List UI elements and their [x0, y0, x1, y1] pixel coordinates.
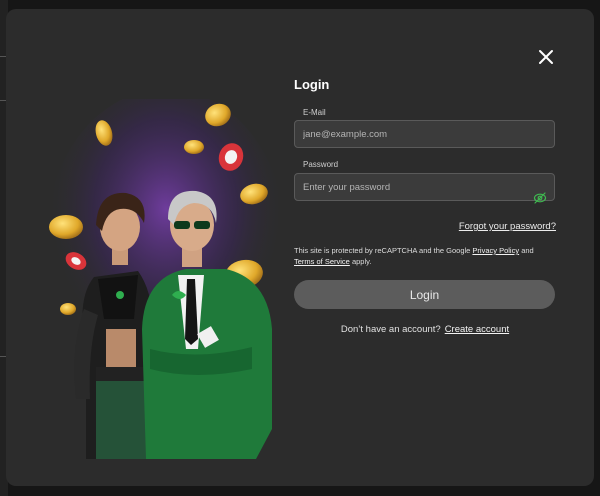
no-account-text: Don’t have an account?	[340, 324, 441, 335]
login-title: Login	[294, 77, 330, 92]
login-modal: Login E-Mail Password Forgot your passwo…	[6, 9, 594, 486]
casino-characters-illustration	[46, 99, 286, 459]
recaptcha-text: This site is protected by reCAPTCHA and …	[294, 246, 473, 255]
gold-coin	[49, 215, 83, 239]
recaptcha-text: apply.	[349, 257, 372, 266]
email-label: E-Mail	[303, 108, 326, 117]
email-input[interactable]	[294, 120, 555, 148]
password-input[interactable]	[294, 173, 555, 201]
gold-coin	[184, 140, 204, 154]
privacy-policy-link[interactable]: Privacy Policy	[472, 246, 519, 255]
create-account-link[interactable]: Create account	[445, 324, 509, 335]
close-icon	[539, 50, 553, 64]
gold-coin	[60, 303, 76, 315]
forgot-password-link[interactable]: Forgot your password?	[459, 221, 556, 232]
password-label: Password	[303, 160, 339, 169]
close-button[interactable]	[536, 47, 556, 67]
recaptcha-notice: This site is protected by reCAPTCHA and …	[294, 245, 556, 267]
login-button[interactable]: Login	[294, 280, 555, 309]
toggle-password-visibility-button[interactable]	[533, 190, 547, 204]
recaptcha-text: and	[519, 246, 534, 255]
terms-of-service-link[interactable]: Terms of Service	[294, 257, 350, 266]
eye-off-icon	[533, 192, 547, 204]
signup-prompt: Don’t have an account? Create account	[294, 324, 556, 335]
